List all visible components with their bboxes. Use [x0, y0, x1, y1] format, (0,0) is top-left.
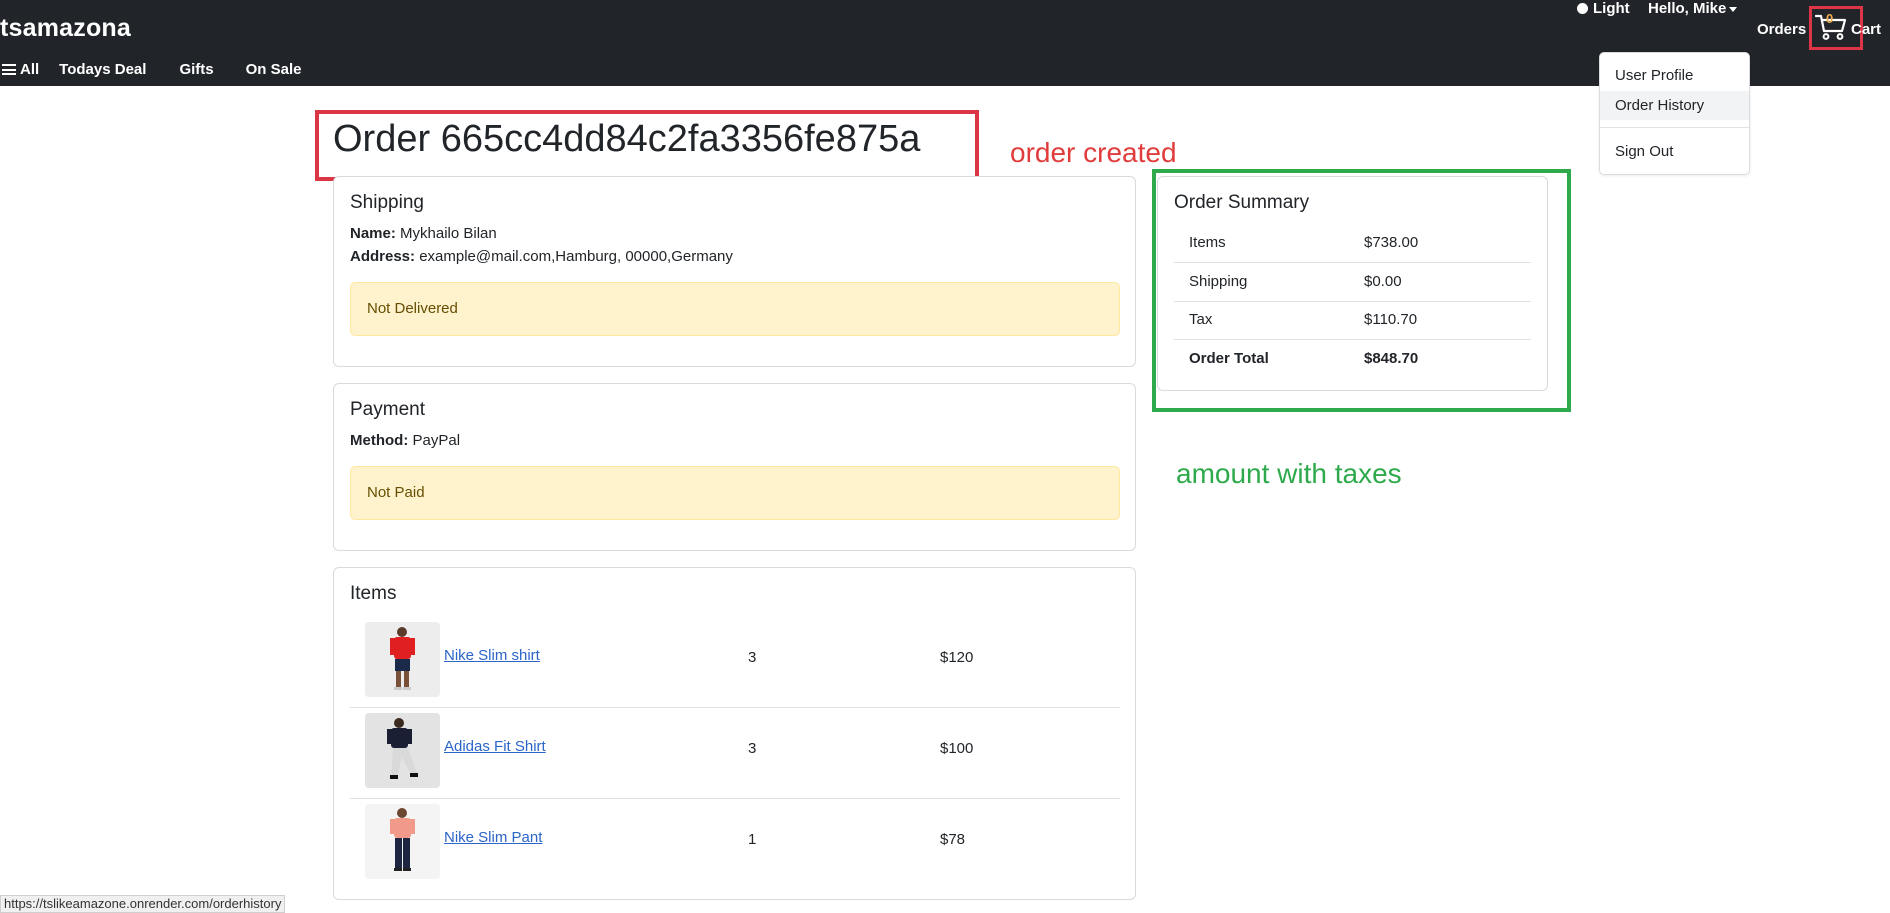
- product-image-nike-slim-pant: [365, 804, 440, 879]
- product-price: $120: [940, 649, 974, 666]
- payment-card: Payment Method: PayPal Not Paid: [333, 383, 1136, 551]
- shipping-card: Shipping Name: Mykhailo Bilan Address: e…: [333, 176, 1136, 367]
- method-value: PayPal: [412, 432, 461, 449]
- all-label: All: [20, 61, 40, 78]
- product-qty: 1: [748, 831, 757, 848]
- name-value: Mykhailo Bilan: [400, 225, 497, 242]
- shipping-heading: Shipping: [350, 192, 424, 213]
- items-card: Items Nike Slim shirt 3 $120 Adidas Fit …: [333, 567, 1136, 900]
- dropdown-sign-out[interactable]: Sign Out: [1600, 137, 1749, 166]
- payment-method: Method: PayPal: [350, 432, 460, 449]
- list-item: Nike Slim shirt 3 $120: [350, 616, 1120, 708]
- summary-label: Order Total: [1189, 350, 1269, 367]
- summary-label: Shipping: [1189, 273, 1248, 290]
- summary-row-items: Items $738.00: [1174, 224, 1531, 263]
- nav-gifts[interactable]: Gifts: [179, 61, 213, 78]
- summary-value: $110.70: [1364, 311, 1418, 328]
- dropdown-order-history[interactable]: Order History: [1600, 91, 1749, 120]
- order-summary-card: Order Summary Items $738.00 Shipping $0.…: [1157, 176, 1548, 391]
- product-qty: 3: [748, 649, 757, 666]
- nav-on-sale[interactable]: On Sale: [246, 61, 302, 78]
- user-menu-label: Hello, Mike: [1648, 0, 1727, 17]
- product-link[interactable]: Nike Slim shirt: [444, 647, 540, 664]
- sun-icon: [1577, 3, 1588, 14]
- summary-value: $848.70: [1364, 350, 1419, 367]
- page-title: Order 665cc4dd84c2fa3356fe875a: [333, 118, 921, 160]
- summary-row-shipping: Shipping $0.00: [1174, 263, 1531, 302]
- list-item: Adidas Fit Shirt 3 $100: [350, 707, 1120, 799]
- delivery-status-alert: Not Delivered: [350, 282, 1120, 336]
- category-nav: All Todays Deal Gifts On Sale: [0, 61, 301, 78]
- address-label: Address:: [350, 248, 416, 265]
- caret-down-icon: [1729, 6, 1738, 12]
- status-bar-url: https://tslikeamazone.onrender.com/order…: [0, 895, 286, 913]
- product-price: $100: [940, 740, 974, 757]
- brand-logo[interactable]: tsamazona: [0, 14, 131, 43]
- product-link[interactable]: Nike Slim Pant: [444, 829, 542, 846]
- orders-link[interactable]: Orders: [1757, 21, 1806, 38]
- summary-row-tax: Tax $110.70: [1174, 301, 1531, 340]
- payment-heading: Payment: [350, 399, 425, 420]
- hamburger-icon: [2, 64, 16, 75]
- summary-value: $0.00: [1364, 273, 1402, 290]
- product-link[interactable]: Adidas Fit Shirt: [444, 738, 546, 755]
- cart-count-badge: 0: [1826, 11, 1834, 26]
- summary-value: $738.00: [1364, 234, 1419, 251]
- all-categories-button[interactable]: All: [2, 61, 39, 78]
- dropdown-divider: [1600, 127, 1749, 128]
- user-dropdown-menu: User Profile Order History Sign Out: [1599, 52, 1750, 175]
- product-qty: 3: [748, 740, 757, 757]
- cart-link[interactable]: Cart: [1851, 21, 1881, 38]
- method-label: Method:: [350, 432, 409, 449]
- summary-row-total: Order Total $848.70: [1174, 340, 1531, 378]
- shipping-address: Address: example@mail.com,Hamburg, 00000…: [350, 248, 733, 265]
- payment-status-alert: Not Paid: [350, 466, 1120, 520]
- product-image-adidas-fit-shirt: [365, 713, 440, 788]
- annotation-amount-with-taxes: amount with taxes: [1176, 458, 1402, 489]
- summary-label: Items: [1189, 234, 1226, 251]
- theme-toggle[interactable]: Light: [1577, 0, 1630, 17]
- list-item: Nike Slim Pant 1 $78: [350, 798, 1120, 889]
- items-heading: Items: [350, 583, 397, 604]
- dropdown-user-profile[interactable]: User Profile: [1600, 61, 1749, 90]
- product-image-nike-slim-shirt: [365, 622, 440, 697]
- user-menu-toggle[interactable]: Hello, Mike: [1648, 0, 1738, 17]
- product-price: $78: [940, 831, 966, 848]
- summary-heading: Order Summary: [1174, 192, 1310, 213]
- summary-label: Tax: [1189, 311, 1213, 328]
- annotation-order-created: order created: [1010, 137, 1177, 168]
- name-label: Name:: [350, 225, 396, 242]
- theme-label: Light: [1593, 0, 1630, 17]
- address-value: example@mail.com,Hamburg, 00000,Germany: [419, 248, 733, 265]
- nav-todays-deal[interactable]: Todays Deal: [59, 61, 146, 78]
- shipping-name: Name: Mykhailo Bilan: [350, 225, 497, 242]
